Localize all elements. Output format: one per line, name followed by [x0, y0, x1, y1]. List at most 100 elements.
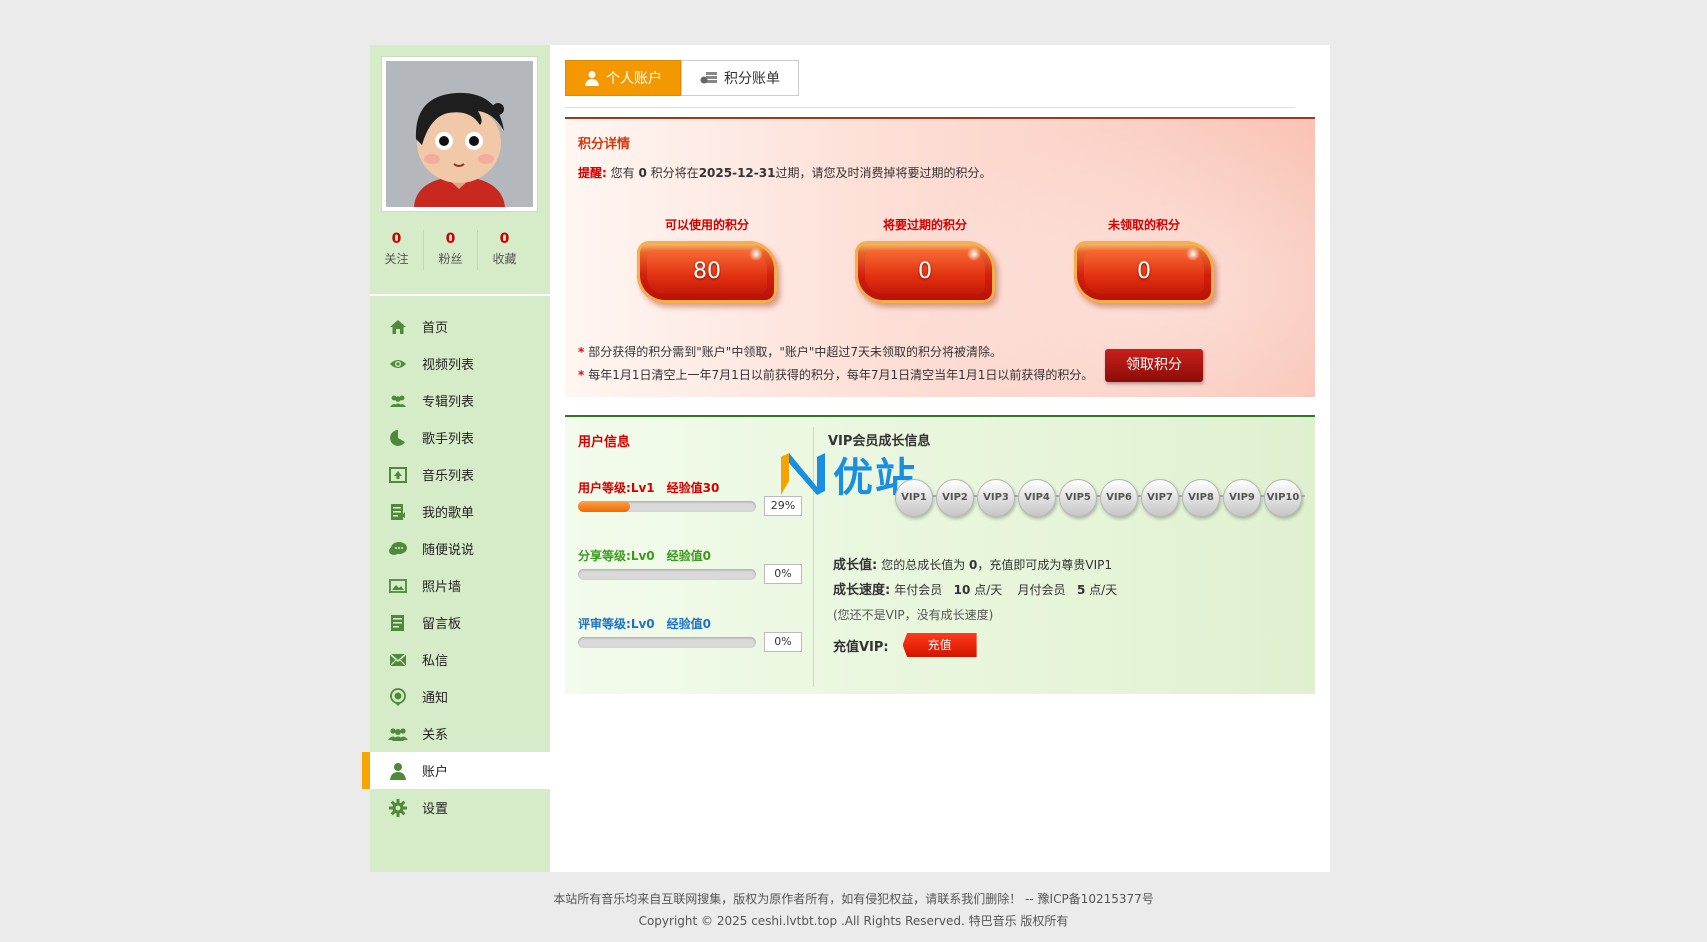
level-share: 分享等级:Lv0 经验值0 0% — [578, 547, 808, 584]
progress-fill — [578, 501, 630, 512]
speed-note: (您还不是VIP，没有成长速度) — [833, 608, 994, 622]
points-badge: 0 — [855, 241, 995, 303]
tab-points-bill[interactable]: 积分账单 — [681, 60, 799, 96]
user-info-title: 用户信息 — [578, 435, 631, 450]
stat-label: 收藏 — [492, 252, 517, 266]
points-badge-value: 0 — [918, 259, 932, 284]
points-box-expiring: 将要过期的积分 0 — [845, 217, 1005, 303]
photo-icon — [388, 576, 408, 596]
reminder-text: 积分将在 — [650, 166, 699, 180]
sidebar-item-say[interactable]: 随便说说 — [370, 530, 550, 567]
sidebar-item-my-playlist[interactable]: 我的歌单 — [370, 493, 550, 530]
level-review: 评审等级:Lv0 经验值0 0% — [578, 615, 808, 652]
sidebar-item-label: 私信 — [422, 654, 449, 669]
sidebar-item-label: 设置 — [422, 802, 449, 817]
eye-icon — [388, 354, 408, 374]
sidebar-item-settings[interactable]: 设置 — [370, 789, 550, 826]
tab-label: 个人账户 — [606, 71, 662, 87]
vip-level-node: VIP1 — [895, 479, 933, 517]
reminder-label: 提醒: — [578, 166, 607, 180]
sidebar-item-home[interactable]: 首页 — [370, 308, 550, 345]
points-note: * 每年1月1日清空上一年7月1日以前获得的积分，每年7月1日清空当年1月1日以前… — [578, 368, 1094, 382]
sidebar-item-albums[interactable]: 专辑列表 — [370, 382, 550, 419]
footer-copyright: Copyright © 2025 ceshi.lvtbt.top .All Ri… — [638, 914, 1069, 928]
sidebar-item-messages[interactable]: 私信 — [370, 641, 550, 678]
charge-button[interactable]: 充值 — [902, 633, 977, 657]
sidebar-item-guestbook[interactable]: 留言板 — [370, 604, 550, 641]
user-info-panel: 用户信息 用户等级:Lv1 经验值30 29% 分享等级:Lv0 经验值0 0% 评… — [565, 415, 1315, 694]
gear-icon — [388, 798, 408, 818]
sidebar-item-singers[interactable]: 歌手列表 — [370, 419, 550, 456]
vip-info: 成长值: 您的总成长值为 0，充值即可成为尊贵VIP1 成长速度: 年付会员 10 … — [833, 553, 1117, 627]
tab-personal-account[interactable]: 个人账户 — [565, 60, 681, 96]
points-panel: 积分详情 提醒: 您有 0 积分将在2025-12-31过期，请您及时消费掉将要… — [565, 117, 1315, 397]
stat-value: 0 — [391, 231, 402, 247]
stat-label: 关注 — [384, 252, 409, 266]
main-content: 个人账户 积分账单 积分详情 提醒: 您有 0 积分将在2025-12-31过期… — [565, 45, 1330, 872]
sidebar-item-label: 随便说说 — [422, 543, 475, 558]
progress-bar — [578, 637, 756, 648]
progress-percent: 0% — [764, 564, 802, 584]
chat-icon — [388, 539, 408, 559]
group-icon — [388, 724, 408, 744]
reminder-date: 2025-12-31 — [698, 166, 776, 180]
sidebar-item-label: 专辑列表 — [422, 395, 475, 410]
mail-icon — [388, 650, 408, 670]
progress-percent: 0% — [764, 632, 802, 652]
points-note: * 部分获得的积分需到"账户"中领取，"账户"中超过7天未领取的积分将被清除。 — [578, 345, 1002, 359]
footer: 本站所有音乐均来自互联网搜集，版权为原作者所有，如有侵犯权益，请联系我们删除！ … — [0, 888, 1707, 932]
playlist-icon — [388, 502, 408, 522]
vip-level-node: VIP2 — [936, 479, 974, 517]
sidebar-item-label: 首页 — [422, 321, 449, 336]
tab-label: 积分账单 — [724, 71, 780, 87]
points-notes: * 部分获得的积分需到"账户"中领取，"账户"中超过7天未领取的积分将被清除。 *… — [578, 341, 1093, 387]
sidebar-item-account[interactable]: 账户 — [362, 752, 550, 789]
vip-level-node: VIP10 — [1264, 479, 1302, 517]
level-user: 用户等级:Lv1 经验值30 29% — [578, 479, 808, 516]
vip-level-node: VIP9 — [1223, 479, 1261, 517]
stat-fans[interactable]: 0 粉丝 — [424, 230, 478, 270]
people-icon — [388, 391, 408, 411]
level-label: 用户等级:Lv1 经验值30 — [578, 481, 720, 495]
bell-icon — [388, 687, 408, 707]
vip-level-node: VIP4 — [1018, 479, 1056, 517]
sidebar-divider — [370, 294, 550, 296]
sidebar-item-label: 账户 — [422, 765, 449, 780]
home-icon — [388, 317, 408, 337]
charge-label: 充值VIP: — [833, 639, 889, 655]
progress-bar — [578, 569, 756, 580]
charge-row: 充值VIP: 充值 — [833, 633, 977, 657]
avatar-frame — [381, 56, 538, 212]
stat-value: 0 — [499, 231, 510, 247]
points-badge: 80 — [637, 241, 777, 303]
vip-level-node: VIP7 — [1141, 479, 1179, 517]
sidebar-item-videos[interactable]: 视频列表 — [370, 345, 550, 382]
stat-favorites[interactable]: 0 收藏 — [478, 230, 531, 270]
stat-follow[interactable]: 0 关注 — [370, 230, 424, 270]
vip-level-node: VIP8 — [1182, 479, 1220, 517]
sidebar-item-label: 视频列表 — [422, 358, 475, 373]
page-container: 0 关注 0 粉丝 0 收藏 首页 视频列表 专辑列表 歌手列表 音乐列表 我的… — [362, 45, 1330, 872]
stat-label: 粉丝 — [438, 252, 463, 266]
points-box-usable: 可以使用的积分 80 — [627, 217, 787, 303]
note-icon — [388, 613, 408, 633]
account-tabs: 个人账户 积分账单 — [565, 60, 799, 96]
growth-row: 成长值: 您的总成长值为 0，充值即可成为尊贵VIP1 — [833, 558, 1113, 573]
reminder-text: 过期，请您及时消费掉将要过期的积分。 — [775, 166, 992, 180]
sidebar-item-relations[interactable]: 关系 — [370, 715, 550, 752]
sidebar-item-label: 我的歌单 — [422, 506, 475, 521]
sidebar-item-notifications[interactable]: 通知 — [370, 678, 550, 715]
sidebar-menu: 首页 视频列表 专辑列表 歌手列表 音乐列表 我的歌单 随便说说 照片墙 留言板… — [362, 308, 550, 826]
reminder-text: 您有 — [610, 166, 635, 180]
sidebar-item-photos[interactable]: 照片墙 — [370, 567, 550, 604]
vip-level-node: VIP3 — [977, 479, 1015, 517]
points-box-unclaimed: 未领取的积分 0 — [1064, 217, 1224, 303]
avatar[interactable] — [386, 61, 533, 207]
sidebar-item-music[interactable]: 音乐列表 — [370, 456, 550, 493]
level-label: 评审等级:Lv0 经验值0 — [578, 617, 712, 631]
coins-icon — [700, 71, 718, 85]
claim-points-button[interactable]: 领取积分 — [1105, 349, 1203, 382]
user-icon — [584, 70, 600, 86]
progress-bar — [578, 501, 756, 512]
sidebar: 0 关注 0 粉丝 0 收藏 首页 视频列表 专辑列表 歌手列表 音乐列表 我的… — [362, 45, 550, 872]
